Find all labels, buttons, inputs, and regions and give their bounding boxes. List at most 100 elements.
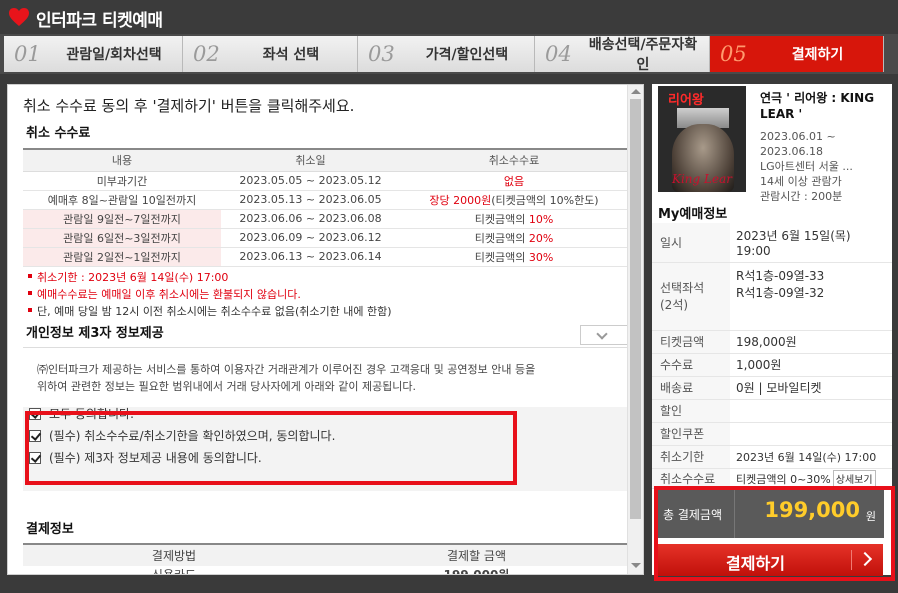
seat-1: R석1층-09열-33: [736, 268, 825, 283]
period-start: 2023.06.01 ~: [760, 130, 836, 143]
label-fee: 수수료: [652, 353, 730, 377]
instruction-text: 취소 수수료 동의 후 '결제하기' 버튼을 클릭해주세요.: [23, 97, 355, 115]
step-label: 결제하기: [791, 47, 844, 63]
cancel-fee-table: 내용 취소일 취소수수료 미부과기간 2023.05.05 ~ 2023.05.…: [23, 148, 628, 267]
fee-content: 예매후 8일~관람일 10일전까지: [23, 190, 221, 210]
table-row: 신용카드 199,000원: [23, 566, 628, 575]
agreement-highlight-box: [25, 411, 517, 485]
fee-value: 티켓금액의 10%: [400, 209, 628, 229]
fee-notes: 취소기한 : 2023년 6월 14일(수) 17:00 예매수수료는 예매일 …: [28, 269, 392, 320]
note-deadline: 취소기한 : 2023년 6월 14일(수) 17:00: [28, 269, 392, 286]
fee-section-title: 취소 수수료: [26, 126, 91, 141]
table-row: 취소수수료 티켓금액의 0~30% 상세보기: [652, 468, 892, 489]
step-tab-seat[interactable]: 02 좌석 선택: [183, 36, 358, 72]
step-tab-delivery[interactable]: 04 배송선택/주문자확인: [535, 36, 710, 73]
payment-table: 결제방법 결제할 금액 신용카드 199,000원: [23, 543, 628, 575]
title-bar: 인터파크 티켓예매: [0, 0, 898, 34]
show-info: 2023.06.01 ~ 2023.06.18 LG아트센터 서울 ... 14…: [760, 129, 888, 204]
seat-2: R석1층-09열-32: [736, 285, 825, 300]
value-fee: 1,000원: [730, 353, 892, 377]
my-booking-title: My예매정보: [658, 207, 728, 222]
fee-content: 관람일 6일전~3일전까지: [23, 228, 221, 248]
table-row: 티켓금액 198,000원: [652, 330, 892, 354]
scroll-down-icon[interactable]: [631, 563, 641, 568]
label-coupon: 할인쿠폰: [652, 422, 730, 446]
table-header: 결제방법: [23, 543, 325, 566]
privacy-toggle-button[interactable]: [580, 325, 628, 345]
fee-date: 2023.06.09 ~ 2023.06.12: [221, 228, 400, 248]
fee-value: 티켓금액의 30%: [400, 247, 628, 267]
privacy-section-title: 개인정보 제3자 정보제공: [26, 326, 164, 341]
table-header: 취소일: [221, 148, 400, 172]
show-title: 연극 ' 리어왕 : KING LEAR ': [760, 91, 875, 121]
table-row: 할인: [652, 399, 892, 423]
table-row: 할인쿠폰: [652, 422, 892, 446]
fee-value: 티켓금액의 20%: [400, 228, 628, 248]
show-poster: 리어왕 King Lear: [658, 86, 746, 192]
label-datetime: 일시: [652, 223, 730, 263]
step-tab-price[interactable]: 03 가격/할인선택: [358, 36, 535, 72]
table-header: 취소수수료: [400, 148, 628, 172]
age-rating: 14세 이상 관람가: [760, 175, 842, 188]
value-cancel-fee: 티켓금액의 0~30% 상세보기: [730, 468, 892, 489]
detail-view-button[interactable]: 상세보기: [832, 469, 876, 487]
cancel-fee-text: 티켓금액의 0~30%: [736, 472, 831, 486]
vertical-scrollbar[interactable]: [627, 85, 643, 574]
payment-amount: 199,000원: [443, 568, 510, 575]
fee-content: 관람일 9일전~7일전까지: [23, 209, 221, 229]
note-same-day: 단, 예매 당일 밤 12시 이전 취소시에는 취소수수료 없음(취소기한 내에…: [28, 303, 392, 320]
chevron-down-icon: [596, 328, 608, 340]
table-row: 관람일 9일전~7일전까지 2023.06.06 ~ 2023.06.08 티켓…: [23, 209, 628, 229]
table-row: 일시 2023년 6월 15일(목) 19:00: [652, 223, 892, 263]
table-header: 내용: [23, 148, 221, 172]
label-ticket-price: 티켓금액: [652, 330, 730, 354]
value-seats: R석1층-09열-33 R석1층-09열-32: [730, 262, 892, 331]
fee-date: 2023.06.13 ~ 2023.06.14: [221, 247, 400, 267]
fee-date: 2023.06.06 ~ 2023.06.08: [221, 209, 400, 229]
step-tab-payment[interactable]: 05 결제하기: [710, 36, 884, 72]
label-delivery: 배송료: [652, 376, 730, 400]
step-label: 배송선택/주문자확인: [588, 37, 698, 73]
value-discount: [730, 399, 892, 423]
period-end: 2023.06.18: [760, 145, 823, 158]
step-tabs: 01 관람일/회차선택 02 좌석 선택 03 가격/할인선택 04 배송선택/…: [0, 34, 898, 74]
fee-value: 없음: [400, 171, 628, 191]
payment-highlight-box: [654, 486, 895, 581]
fee-date: 2023.05.05 ~ 2023.05.12: [221, 171, 400, 191]
interpark-heart-logo-icon: [9, 8, 29, 26]
table-row: 관람일 6일전~3일전까지 2023.06.09 ~ 2023.06.12 티켓…: [23, 228, 628, 248]
fee-content: 미부과기간: [23, 171, 221, 191]
my-booking-table: 일시 2023년 6월 15일(목) 19:00 선택좌석 (2석) R석1층-…: [652, 223, 892, 489]
privacy-text-box: ㈜인터파크가 제공하는 서비스를 통하여 이용자간 거래관계가 이루어진 경우 …: [23, 347, 628, 402]
table-row: 선택좌석 (2석) R석1층-09열-33 R석1층-09열-32: [652, 262, 892, 331]
scrollbar-thumb[interactable]: [630, 99, 641, 519]
value-datetime: 2023년 6월 15일(목) 19:00: [730, 223, 892, 263]
runtime: 관람시간 : 200분: [760, 190, 843, 203]
table-row: 배송료 0원 | 모바일티켓: [652, 376, 892, 400]
value-deadline: 2023년 6월 14일(수) 17:00: [730, 445, 892, 469]
poster-title: 리어왕: [668, 93, 704, 108]
venue: LG아트센터 서울 ...: [760, 160, 853, 173]
payment-section-title: 결제정보: [26, 522, 74, 537]
label-discount: 할인: [652, 399, 730, 423]
step-tab-date[interactable]: 01 관람일/회차선택: [4, 36, 183, 72]
fee-value: 장당 2000원(티켓금액의 10%한도): [400, 190, 628, 210]
poster-signature: King Lear: [672, 172, 732, 186]
table-header: 결제할 금액: [325, 543, 628, 566]
privacy-text: 위하여 관련한 정보는 필요한 범위내에서 거래 당사자에게 아래와 같이 제공…: [37, 380, 417, 393]
table-row: 미부과기간 2023.05.05 ~ 2023.05.12 없음: [23, 171, 628, 191]
table-row: 취소기한 2023년 6월 14일(수) 17:00: [652, 445, 892, 469]
value-ticket-price: 198,000원: [730, 330, 892, 354]
payment-method: 신용카드: [151, 568, 197, 575]
step-number: 03: [368, 42, 395, 66]
table-row: 관람일 2일전~1일전까지 2023.06.13 ~ 2023.06.14 티켓…: [23, 247, 628, 267]
main-panel: 취소 수수료 동의 후 '결제하기' 버튼을 클릭해주세요. 취소 수수료 내용…: [7, 84, 644, 575]
scroll-up-icon[interactable]: [631, 89, 641, 94]
step-number: 01: [14, 42, 41, 66]
step-label: 가격/할인선택: [425, 47, 509, 63]
app-title: 인터파크 티켓예매: [36, 11, 163, 31]
note-refund: 예매수수료는 예매일 이후 취소시에는 환불되지 않습니다.: [28, 286, 392, 303]
table-row: 예매후 8일~관람일 10일전까지 2023.05.13 ~ 2023.06.0…: [23, 190, 628, 210]
step-number: 02: [193, 42, 220, 66]
label-seats: 선택좌석 (2석): [652, 262, 730, 331]
